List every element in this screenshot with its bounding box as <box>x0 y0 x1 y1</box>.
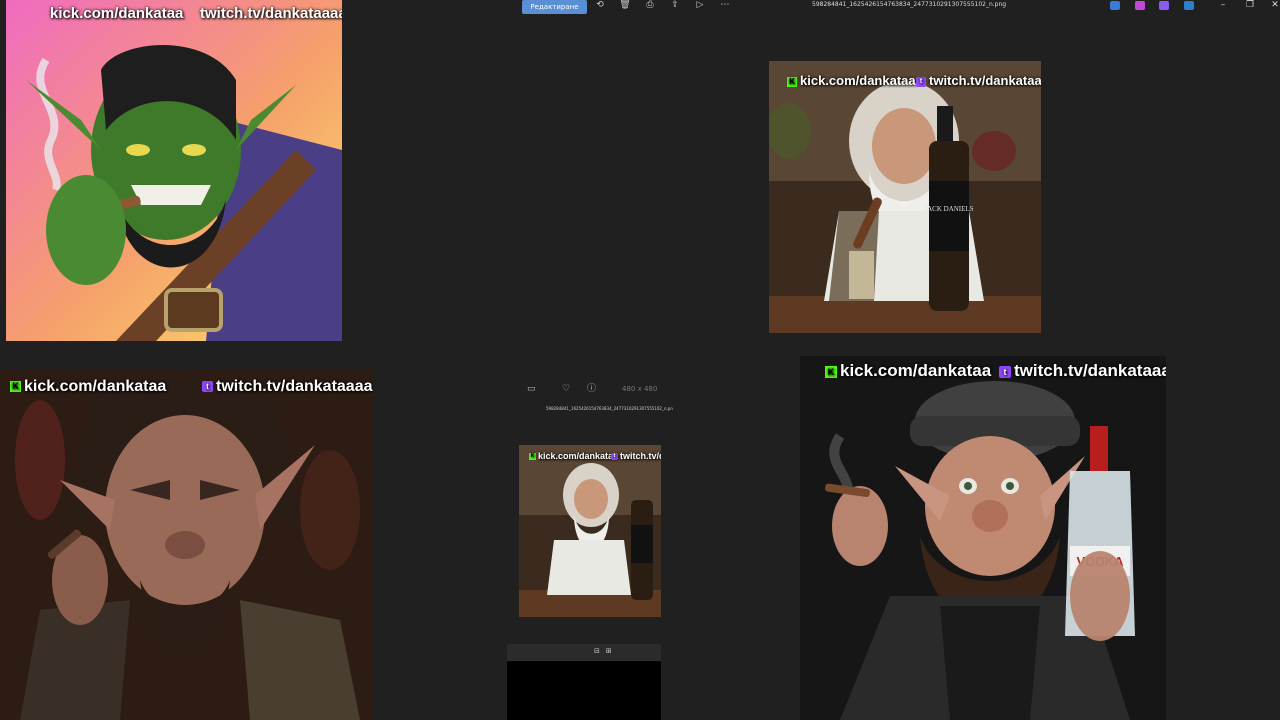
image-dimensions: 480 x 480 <box>622 385 658 393</box>
more-icon[interactable]: ⋯ <box>719 0 731 11</box>
edit-button[interactable]: Редактиране <box>522 0 587 14</box>
onedrive-icon[interactable] <box>1184 1 1194 10</box>
twitch-link-text: twitch.tv/dankataaaa <box>200 5 342 22</box>
kick-logo-icon: K <box>529 453 536 461</box>
kick-link-text: Kkick.com/dankataa <box>825 361 991 381</box>
file-info-row: ▭ ♡ ⓘ 480 x 480 <box>527 382 667 396</box>
favorite-icon[interactable]: ♡ <box>562 382 570 396</box>
minimize-button[interactable]: – <box>1216 0 1230 11</box>
orc-warrior-render <box>0 370 373 720</box>
pen-icon[interactable] <box>1110 1 1120 10</box>
twitch-link-text: ttwitch.tv/dankataaaa <box>999 361 1166 381</box>
twitch-logo-icon: t <box>611 453 618 461</box>
photos-app-icon[interactable] <box>1159 1 1169 10</box>
zoom-in-icon[interactable]: ⊞ <box>606 647 618 655</box>
svg-text:JACK DANIELS: JACK DANIELS <box>924 205 973 213</box>
orc-cartoon-illustration <box>6 0 342 341</box>
preview-controls: ⊟⊞ <box>594 647 618 655</box>
kick-logo-icon: K <box>10 381 21 393</box>
thumbnail-preview[interactable]: Kkick.com/dankataa ttwitch.tv/da <box>519 445 661 617</box>
gnome-vodka-render: VODKA <box>800 356 1166 720</box>
image-orc-cartoon[interactable]: kick.com/dankataa twitch.tv/dankataaaa <box>6 0 342 341</box>
slideshow-icon[interactable]: ▷ <box>694 0 706 11</box>
kick-link-text: Kkick.com/dankataa <box>787 73 916 88</box>
image-gnome-vodka[interactable]: VODKA Kkick.com/dankataa ttwitch.tv/dank… <box>800 356 1166 720</box>
kick-link-text: Kkick.com/dankataa <box>10 378 166 396</box>
twitch-logo-icon: t <box>999 365 1011 378</box>
preview-controls-bar <box>507 644 661 661</box>
zoom-out-icon[interactable]: ⊟ <box>594 647 606 655</box>
display-icon[interactable]: ▭ <box>527 382 536 396</box>
twitch-link-text: ttwitch.tv/dankataaaa <box>202 378 373 396</box>
old-man-photo: JACK DANIELS <box>769 61 1041 333</box>
image-old-man-whiskey[interactable]: JACK DANIELS Kkick.com/dankataa t twitch.… <box>769 61 1041 333</box>
kick-link-text: Kkick.com/dankataa <box>529 451 619 461</box>
kick-logo-icon: K <box>825 365 837 378</box>
image-orc-warrior[interactable]: Kkick.com/dankataa t twitch.tv/dankataaaa <box>0 370 373 720</box>
file-name: 598284841_1625426154763834_2477310291307… <box>812 1 1007 8</box>
rotate-icon[interactable]: ⟲ <box>594 0 606 11</box>
twitch-logo-icon: t <box>202 381 213 393</box>
thumbnail-old-man-photo <box>519 445 661 617</box>
twitch-logo-icon: t <box>916 76 926 87</box>
twitch-link-text: ttwitch.tv/dankataaaa <box>916 73 1041 88</box>
info-icon[interactable]: ⓘ <box>587 382 596 396</box>
thumbnail-file-name: 598284841_1625426154763834_2477310291307… <box>546 406 673 411</box>
twitch-link-text: ttwitch.tv/da <box>611 451 661 461</box>
preview-black-area <box>507 661 661 720</box>
print-icon[interactable]: ⎙ <box>644 0 656 11</box>
share-icon[interactable]: ⇪ <box>669 0 681 11</box>
restore-button[interactable]: ❐ <box>1243 0 1257 11</box>
kick-link-text: kick.com/dankataa <box>50 5 184 22</box>
delete-icon[interactable]: 🗑 <box>619 0 631 11</box>
kick-logo-icon: K <box>787 76 797 87</box>
copilot-icon[interactable] <box>1135 1 1145 10</box>
close-button[interactable]: ✕ <box>1268 0 1280 11</box>
